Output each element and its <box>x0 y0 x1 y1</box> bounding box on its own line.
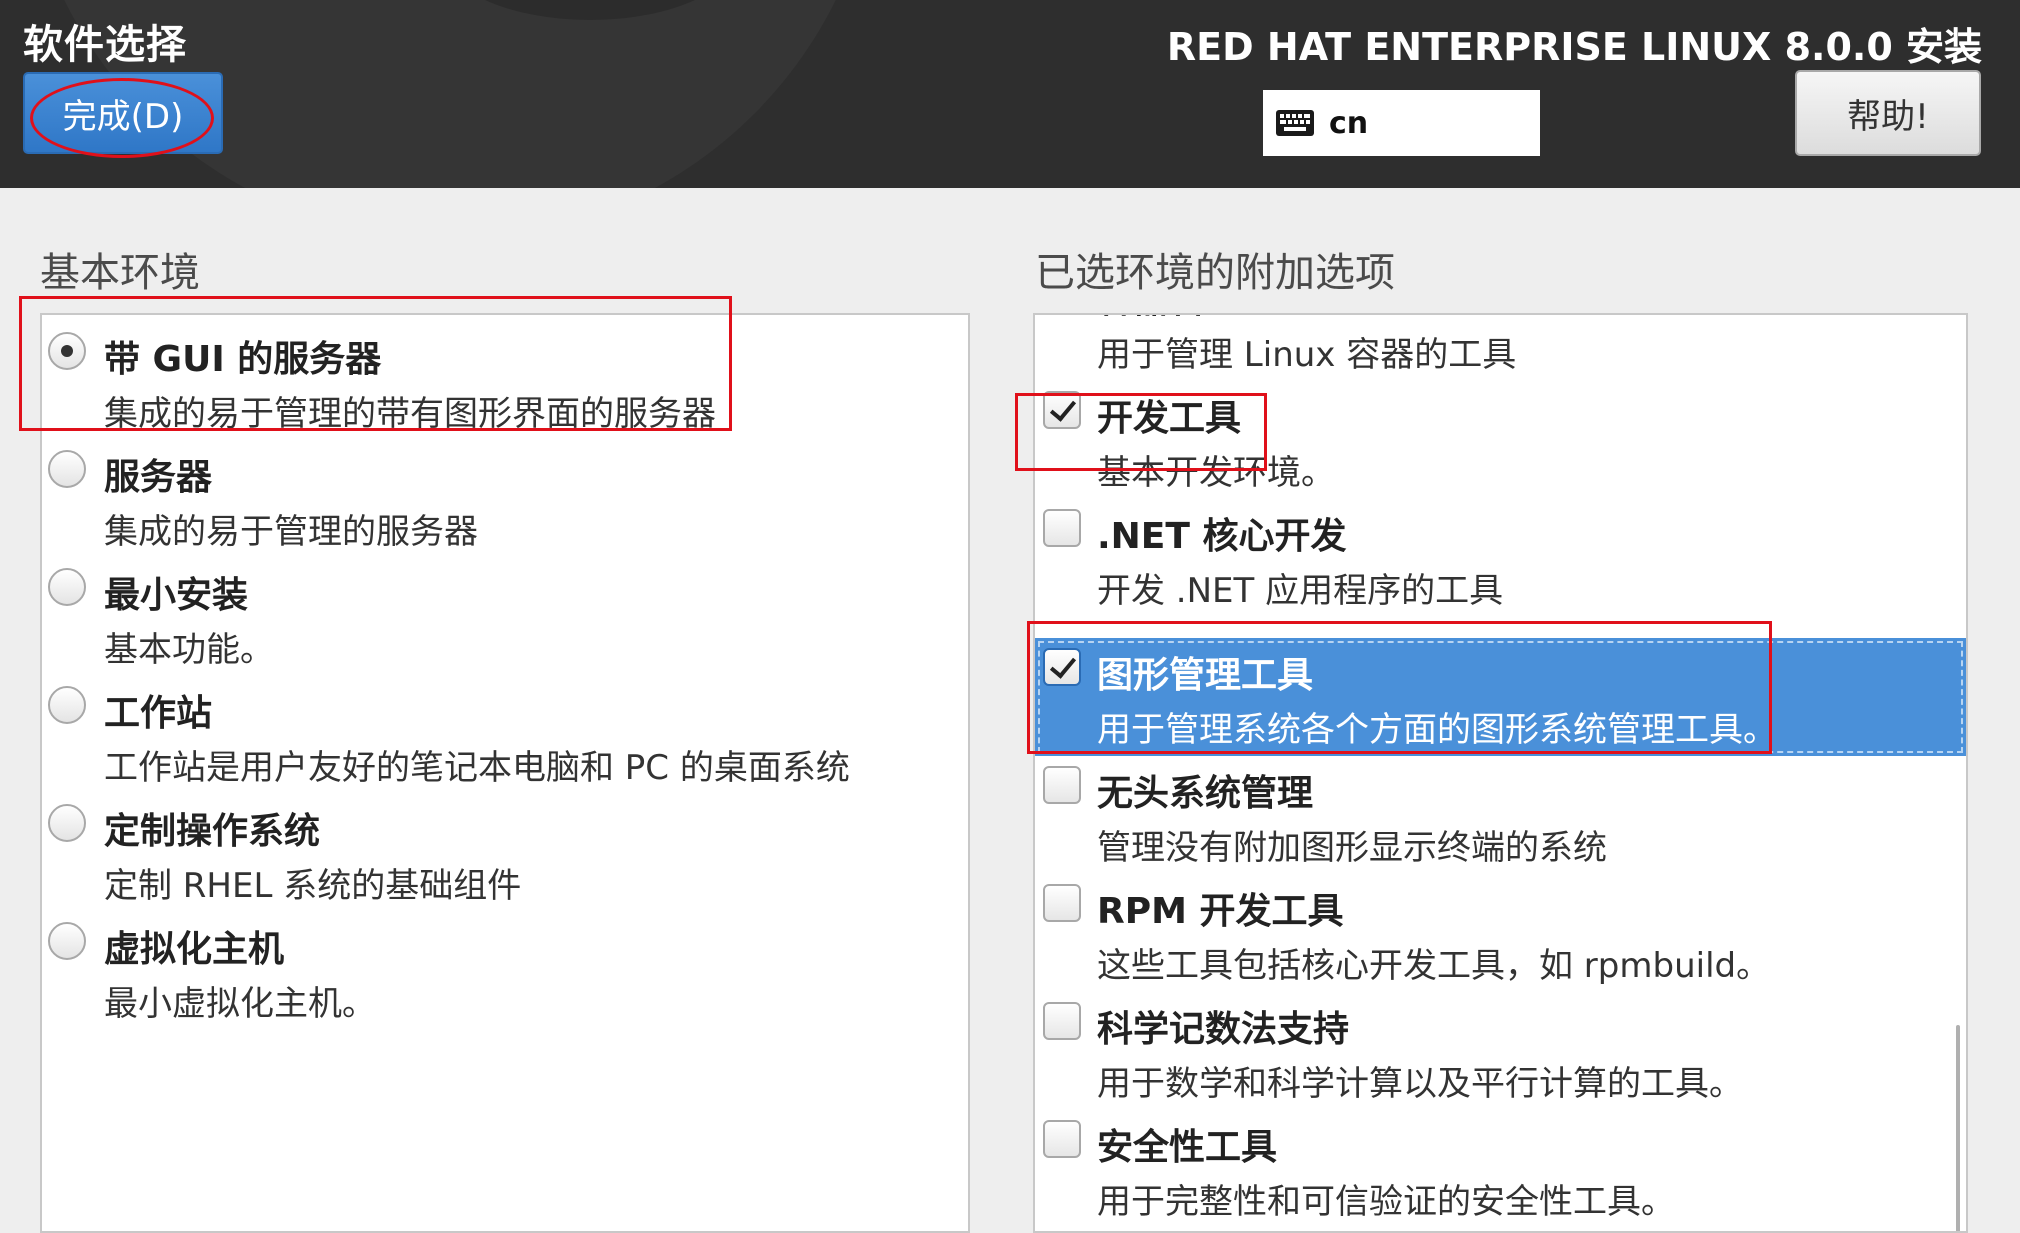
radio-button[interactable] <box>48 450 86 488</box>
env-item-description: 集成的易于管理的带有图形界面的服务器 <box>104 394 716 434</box>
checkbox[interactable] <box>1043 1002 1081 1040</box>
checkbox[interactable] <box>1043 391 1081 429</box>
env-item-workstation[interactable]: 工作站 工作站是用户友好的笔记本电脑和 PC 的桌面系统 <box>42 676 968 794</box>
done-button[interactable]: 完成(D) <box>23 72 223 154</box>
env-item-name: 服务器 <box>104 457 213 498</box>
env-item-name: 最小安装 <box>104 575 249 616</box>
addon-item-name: 开发工具 <box>1097 398 1242 439</box>
addon-item-description: 开发 .NET 应用程序的工具 <box>1097 571 1504 611</box>
addon-item-description: 用于完整性和可信验证的安全性工具。 <box>1097 1182 1675 1222</box>
addon-item-security-tools[interactable]: 安全性工具 用于完整性和可信验证的安全性工具。 <box>1035 1110 1966 1228</box>
radio-button[interactable] <box>48 332 86 370</box>
base-environment-heading: 基本环境 <box>40 250 200 296</box>
env-item-name: 工作站 <box>104 693 213 734</box>
checkbox[interactable] <box>1043 648 1081 686</box>
env-item-description: 最小虚拟化主机。 <box>104 984 376 1024</box>
addon-item-container-management[interactable]: 容器管理 用于管理 Linux 容器的工具 <box>1035 315 1966 381</box>
addon-item-name: 无头系统管理 <box>1097 773 1314 814</box>
base-environment-list: 带 GUI 的服务器 集成的易于管理的带有图形界面的服务器 服务器 集成的易于管… <box>40 313 970 1233</box>
addon-item-scientific-support[interactable]: 科学记数法支持 用于数学和科学计算以及平行计算的工具。 <box>1035 992 1966 1110</box>
env-item-description: 基本功能。 <box>104 630 274 670</box>
env-item-name: 带 GUI 的服务器 <box>104 339 382 380</box>
addons-scrollbar[interactable] <box>1956 1025 1960 1231</box>
env-item-description: 集成的易于管理的服务器 <box>104 512 478 552</box>
env-item-server-with-gui[interactable]: 带 GUI 的服务器 集成的易于管理的带有图形界面的服务器 <box>42 322 968 440</box>
env-item-description: 工作站是用户友好的笔记本电脑和 PC 的桌面系统 <box>104 748 850 788</box>
radio-button[interactable] <box>48 568 86 606</box>
addon-item-dotnet-core-development[interactable]: .NET 核心开发 开发 .NET 应用程序的工具 <box>1035 499 1966 617</box>
addons-heading: 已选环境的附加选项 <box>1035 250 1395 296</box>
addon-item-headless-management[interactable]: 无头系统管理 管理没有附加图形显示终端的系统 <box>1035 756 1966 874</box>
addon-item-description: 这些工具包括核心开发工具，如 rpmbuild。 <box>1097 946 1771 986</box>
keyboard-icon <box>1275 107 1315 139</box>
addon-item-development-tools[interactable]: 开发工具 基本开发环境。 <box>1035 381 1966 499</box>
checkbox[interactable] <box>1043 1120 1081 1158</box>
radio-button[interactable] <box>48 804 86 842</box>
env-item-custom-os[interactable]: 定制操作系统 定制 RHEL 系统的基础组件 <box>42 794 968 912</box>
addon-item-description: 用于数学和科学计算以及平行计算的工具。 <box>1097 1064 1743 1104</box>
keyboard-layout-label: cn <box>1329 105 1369 141</box>
addon-item-name: RPM 开发工具 <box>1097 891 1344 932</box>
addon-item-graphical-admin-tools[interactable]: 图形管理工具 用于管理系统各个方面的图形系统管理工具。 <box>1035 638 1966 756</box>
page-title: 软件选择 <box>23 22 187 68</box>
env-item-virtualization-host[interactable]: 虚拟化主机 最小虚拟化主机。 <box>42 912 968 1030</box>
addon-item-name: 安全性工具 <box>1097 1127 1278 1168</box>
addon-item-description: 用于管理系统各个方面的图形系统管理工具。 <box>1097 710 1777 750</box>
addon-item-name: .NET 核心开发 <box>1097 516 1347 557</box>
keyboard-layout-indicator[interactable]: cn <box>1263 90 1540 156</box>
product-title: RED HAT ENTERPRISE LINUX 8.0.0 安装 <box>1166 25 1982 69</box>
checkbox[interactable] <box>1043 766 1081 804</box>
addon-item-name: 图形管理工具 <box>1097 655 1314 696</box>
checkbox[interactable] <box>1043 509 1081 547</box>
addon-item-name: 容器管理 <box>1097 315 1241 323</box>
addons-list: 容器管理 用于管理 Linux 容器的工具 开发工具 基本开发环境。 .NET … <box>1033 313 1968 1233</box>
radio-button[interactable] <box>48 922 86 960</box>
checkbox[interactable] <box>1043 884 1081 922</box>
env-item-description: 定制 RHEL 系统的基础组件 <box>104 866 522 906</box>
env-item-name: 虚拟化主机 <box>104 929 285 970</box>
addon-item-description: 管理没有附加图形显示终端的系统 <box>1097 828 1607 868</box>
env-item-server[interactable]: 服务器 集成的易于管理的服务器 <box>42 440 968 558</box>
addon-item-description: 基本开发环境。 <box>1097 453 1335 493</box>
help-button[interactable]: 帮助! <box>1795 70 1981 156</box>
addon-item-description: 用于管理 Linux 容器的工具 <box>1097 335 1517 375</box>
radio-button[interactable] <box>48 686 86 724</box>
header-bar: 软件选择 完成(D) RED HAT ENTERPRISE LINUX 8.0.… <box>0 0 2020 188</box>
env-item-minimal-install[interactable]: 最小安装 基本功能。 <box>42 558 968 676</box>
addon-item-rpm-development-tools[interactable]: RPM 开发工具 这些工具包括核心开发工具，如 rpmbuild。 <box>1035 874 1966 992</box>
addon-item-name: 科学记数法支持 <box>1097 1009 1350 1050</box>
env-item-name: 定制操作系统 <box>104 811 321 852</box>
